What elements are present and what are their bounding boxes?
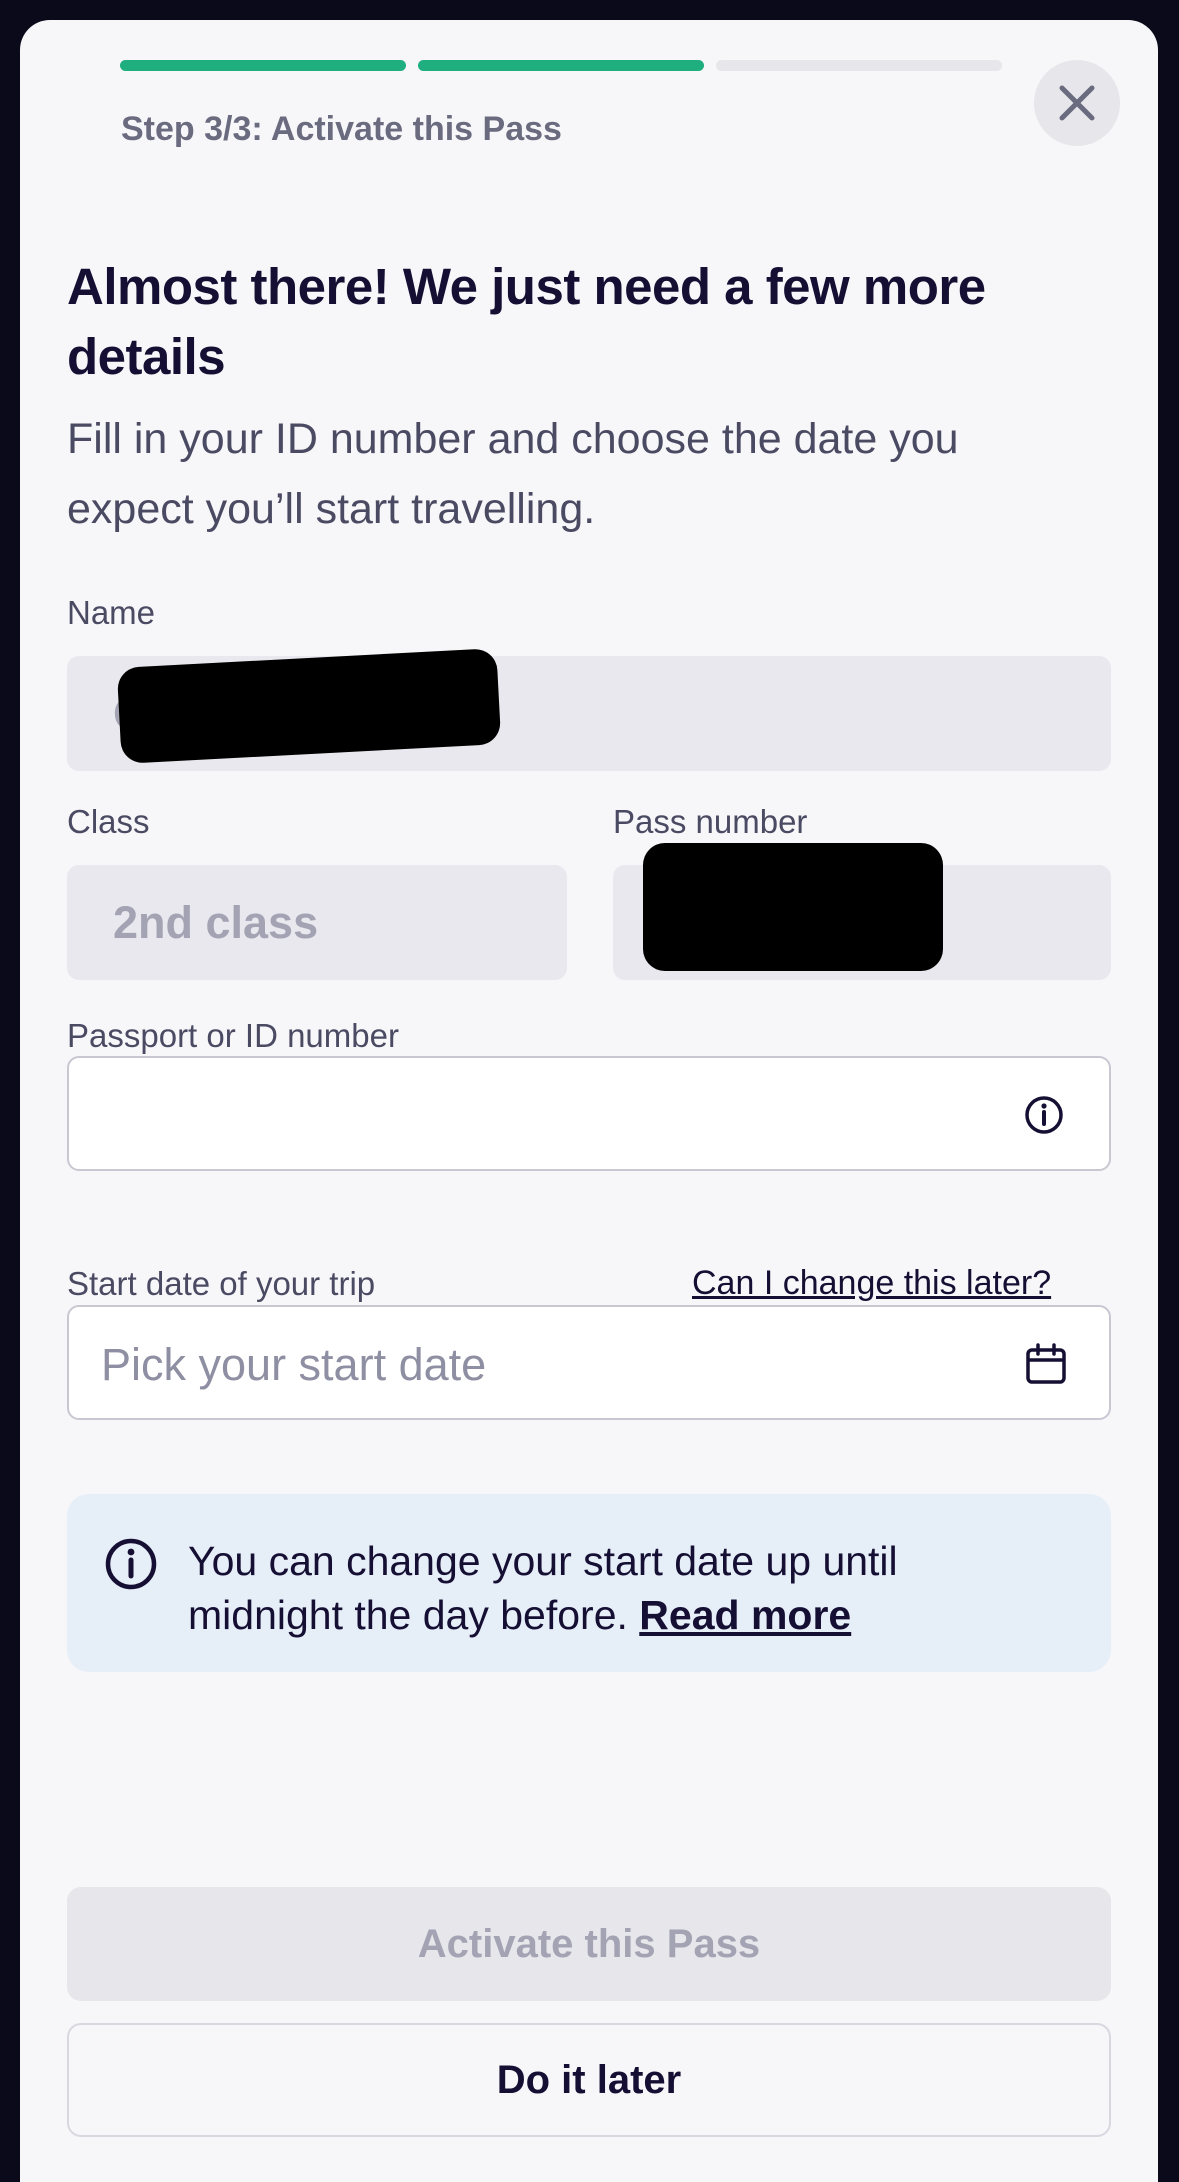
close-button[interactable] bbox=[1034, 60, 1120, 146]
pass-number-label: Pass number bbox=[613, 803, 808, 840]
pass-number-redaction bbox=[643, 843, 943, 971]
page-title: Almost there! We just need a few more de… bbox=[67, 258, 986, 385]
start-date-placeholder: Pick your start date bbox=[101, 1339, 487, 1390]
class-field: 2nd class bbox=[67, 865, 567, 980]
progress-segment-1 bbox=[120, 60, 406, 71]
class-value: 2nd class bbox=[113, 897, 319, 948]
name-field: Os bbox=[67, 648, 1111, 771]
page-subtitle: Fill in your ID number and choose the da… bbox=[67, 415, 959, 533]
passport-label: Passport or ID number bbox=[67, 1017, 399, 1054]
progress-segment-3 bbox=[716, 60, 1002, 71]
progress-segment-2 bbox=[418, 60, 704, 71]
step-label: Step 3/3: Activate this Pass bbox=[121, 110, 562, 148]
info-icon[interactable] bbox=[1024, 1095, 1064, 1135]
change-later-link[interactable]: Can I change this later? bbox=[692, 1264, 1051, 1303]
passport-input[interactable] bbox=[67, 1056, 1111, 1171]
activate-pass-button[interactable]: Activate this Pass bbox=[67, 1887, 1111, 2001]
name-label: Name bbox=[67, 594, 156, 631]
name-redaction bbox=[116, 648, 502, 764]
start-date-picker[interactable]: Pick your start date bbox=[67, 1305, 1111, 1420]
progress-bar bbox=[120, 60, 1002, 71]
activation-sheet: Step 3/3: Activate this Pass Almost ther… bbox=[20, 20, 1158, 2182]
do-it-later-button[interactable]: Do it later bbox=[67, 2023, 1111, 2137]
start-date-label: Start date of your trip bbox=[67, 1265, 376, 1302]
pass-number-field bbox=[613, 843, 1111, 980]
calendar-icon bbox=[1026, 1343, 1066, 1384]
info-text: You can change your start date up until … bbox=[188, 1534, 1038, 1642]
close-icon bbox=[1059, 85, 1095, 121]
read-more-link[interactable]: Read more bbox=[639, 1592, 851, 1638]
class-label: Class bbox=[67, 803, 150, 840]
info-icon bbox=[105, 1538, 157, 1590]
